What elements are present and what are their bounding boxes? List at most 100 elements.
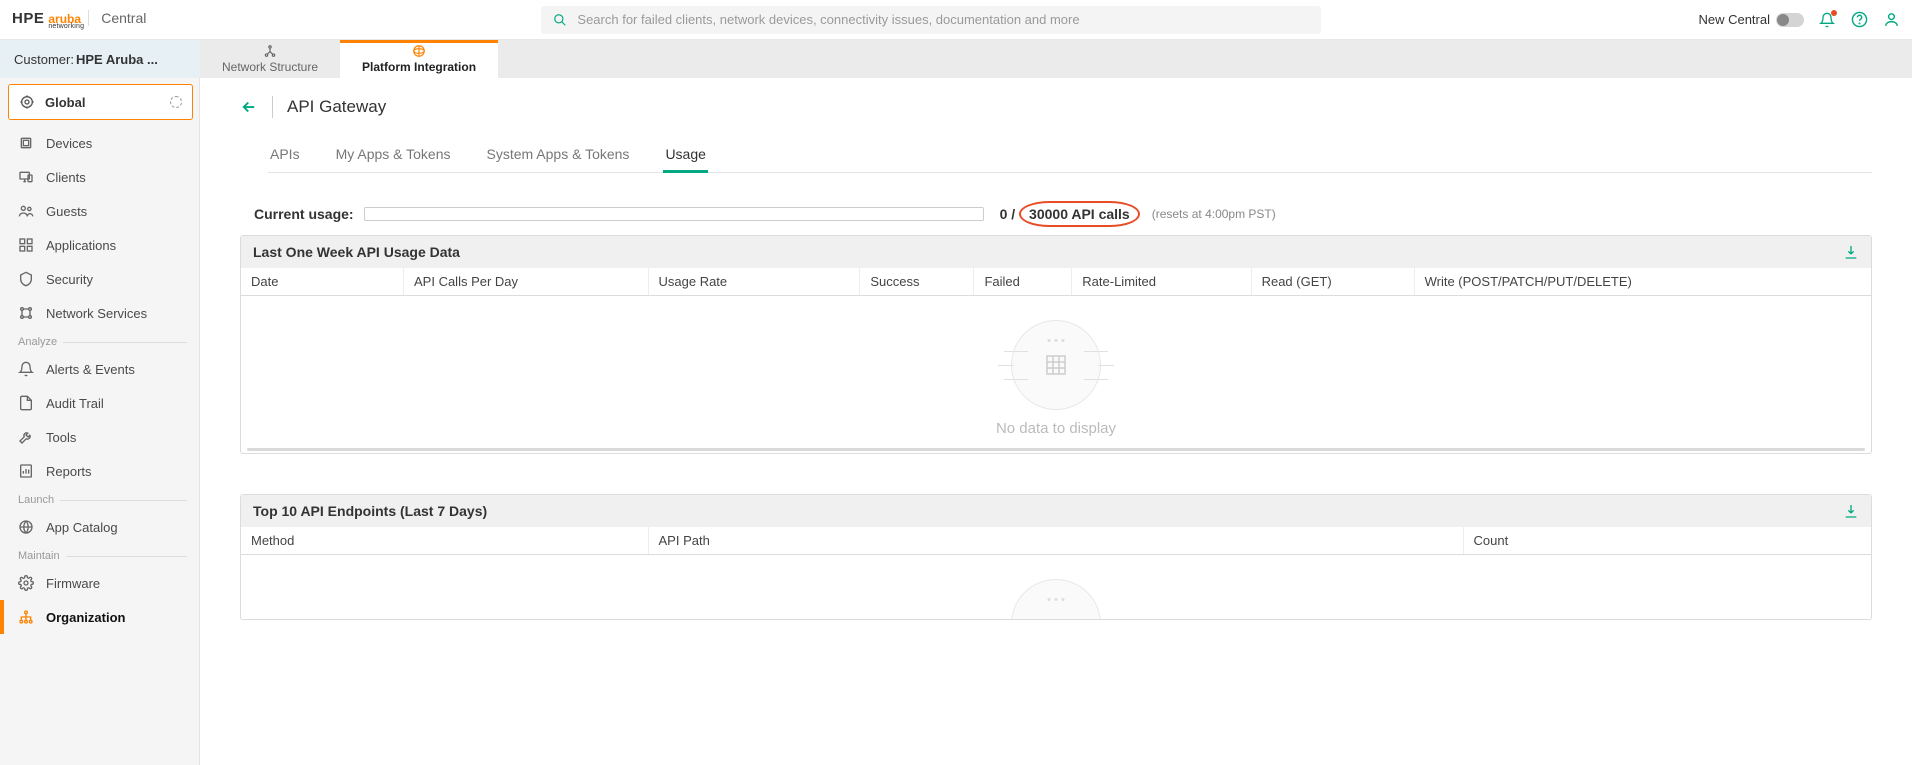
sidebar-item-security[interactable]: Security [6,262,199,296]
usage-max-highlight: 30000 API calls [1019,201,1140,227]
logo-product-text: Central [88,10,146,26]
empty-illustration-icon [996,579,1116,619]
col-date[interactable]: Date [241,268,404,295]
col-rate[interactable]: Usage Rate [649,268,861,295]
nav-label: Reports [46,464,92,479]
col-ratelimited[interactable]: Rate-Limited [1072,268,1251,295]
col-calls[interactable]: API Calls Per Day [404,268,649,295]
nav-section-analyze: Analyze [6,330,199,352]
table-header-row: Date API Calls Per Day Usage Rate Succes… [241,268,1871,296]
col-path[interactable]: API Path [649,527,1464,554]
sidebar: Global Devices Clients Guests Applicatio… [0,78,200,765]
col-count[interactable]: Count [1464,527,1872,554]
subtab-usage[interactable]: Usage [663,136,707,172]
nav-label: Clients [46,170,86,185]
no-data-text: No data to display [241,420,1871,437]
nav-label: Network Services [46,306,147,321]
card-title: Last One Week API Usage Data [253,244,460,260]
toggle-label: New Central [1698,12,1770,27]
sidebar-item-alerts[interactable]: Alerts & Events [6,352,199,386]
sidebar-item-applications[interactable]: Applications [6,228,199,262]
nav-label: Alerts & Events [46,362,135,377]
no-data-block: No data to display [241,296,1871,453]
current-usage-row: Current usage: 0 / 30000 API calls (rese… [254,201,1872,227]
nav-label: Devices [46,136,92,151]
network-services-icon [18,305,34,321]
main-content: API Gateway APIs My Apps & Tokens System… [200,78,1912,765]
sidebar-item-app-catalog[interactable]: App Catalog [6,510,199,544]
tab-label: Platform Integration [362,60,476,74]
sidebar-item-devices[interactable]: Devices [6,126,199,160]
sidebar-item-audit[interactable]: Audit Trail [6,386,199,420]
weekly-usage-card: Last One Week API Usage Data Date API Ca… [240,235,1872,454]
toggle-pill-icon [1776,13,1804,27]
reports-icon [18,463,34,479]
usage-progress-bar [364,207,984,221]
nav-label: Organization [46,610,125,625]
organization-icon [18,609,34,625]
nav-label: App Catalog [46,520,118,535]
nav-label: Security [46,272,93,287]
col-read[interactable]: Read (GET) [1252,268,1415,295]
page-header: API Gateway [240,78,1872,118]
global-search[interactable] [541,6,1321,34]
notifications-icon[interactable] [1818,11,1836,29]
nav-label: Tools [46,430,76,445]
sidebar-item-reports[interactable]: Reports [6,454,199,488]
nav-label: Audit Trail [46,396,104,411]
nav-section-launch: Launch [6,488,199,510]
subtab-system-apps[interactable]: System Apps & Tokens [485,136,632,172]
card-header: Last One Week API Usage Data [241,236,1871,268]
back-arrow-icon[interactable] [240,98,258,116]
usage-text: 0 / 30000 API calls [1000,201,1140,227]
sidebar-item-organization[interactable]: Organization [6,600,199,634]
sidebar-item-tools[interactable]: Tools [6,420,199,454]
tab-label: Network Structure [222,60,318,74]
global-selector[interactable]: Global [8,84,193,120]
brand-logo: HPE aruba networking Central [12,10,146,30]
network-structure-icon [263,44,277,58]
firmware-icon [18,575,34,591]
empty-illustration-icon [996,320,1116,410]
nav-label: Applications [46,238,116,253]
sidebar-item-clients[interactable]: Clients [6,160,199,194]
subtab-my-apps[interactable]: My Apps & Tokens [334,136,453,172]
help-icon[interactable] [1850,11,1868,29]
security-icon [18,271,34,287]
app-catalog-icon [18,519,34,535]
tab-platform-integration[interactable]: Platform Integration [340,40,498,78]
tab-network-structure[interactable]: Network Structure [200,40,340,78]
customer-label: Customer: [14,52,74,67]
tools-icon [18,429,34,445]
loading-spinner-icon [170,96,182,108]
col-write[interactable]: Write (POST/PATCH/PUT/DELETE) [1415,268,1871,295]
sidebar-item-firmware[interactable]: Firmware [6,566,199,600]
col-failed[interactable]: Failed [974,268,1072,295]
subtab-apis[interactable]: APIs [268,136,302,172]
col-success[interactable]: Success [860,268,974,295]
sidebar-item-network-services[interactable]: Network Services [6,296,199,330]
platform-integration-icon [412,44,426,58]
divider [272,96,273,118]
card-header: Top 10 API Endpoints (Last 7 Days) [241,495,1871,527]
no-data-block [241,555,1871,619]
sidebar-item-guests[interactable]: Guests [6,194,199,228]
customer-selector[interactable]: Customer: HPE Aruba ... [0,40,200,78]
applications-icon [18,237,34,253]
devices-icon [18,135,34,151]
guests-icon [18,203,34,219]
top-endpoints-card: Top 10 API Endpoints (Last 7 Days) Metho… [240,494,1872,620]
user-icon[interactable] [1882,11,1900,29]
nav-label: Guests [46,204,87,219]
page-title: API Gateway [287,97,386,117]
customer-value: HPE Aruba ... [76,52,158,67]
top-bar: HPE aruba networking Central New Central [0,0,1912,40]
global-label: Global [45,95,85,110]
nav-label: Firmware [46,576,100,591]
download-icon[interactable] [1843,244,1859,260]
search-input[interactable] [577,12,1311,27]
logo-sub-text: networking [48,23,84,30]
download-icon[interactable] [1843,503,1859,519]
col-method[interactable]: Method [241,527,649,554]
new-central-toggle[interactable]: New Central [1698,12,1804,27]
